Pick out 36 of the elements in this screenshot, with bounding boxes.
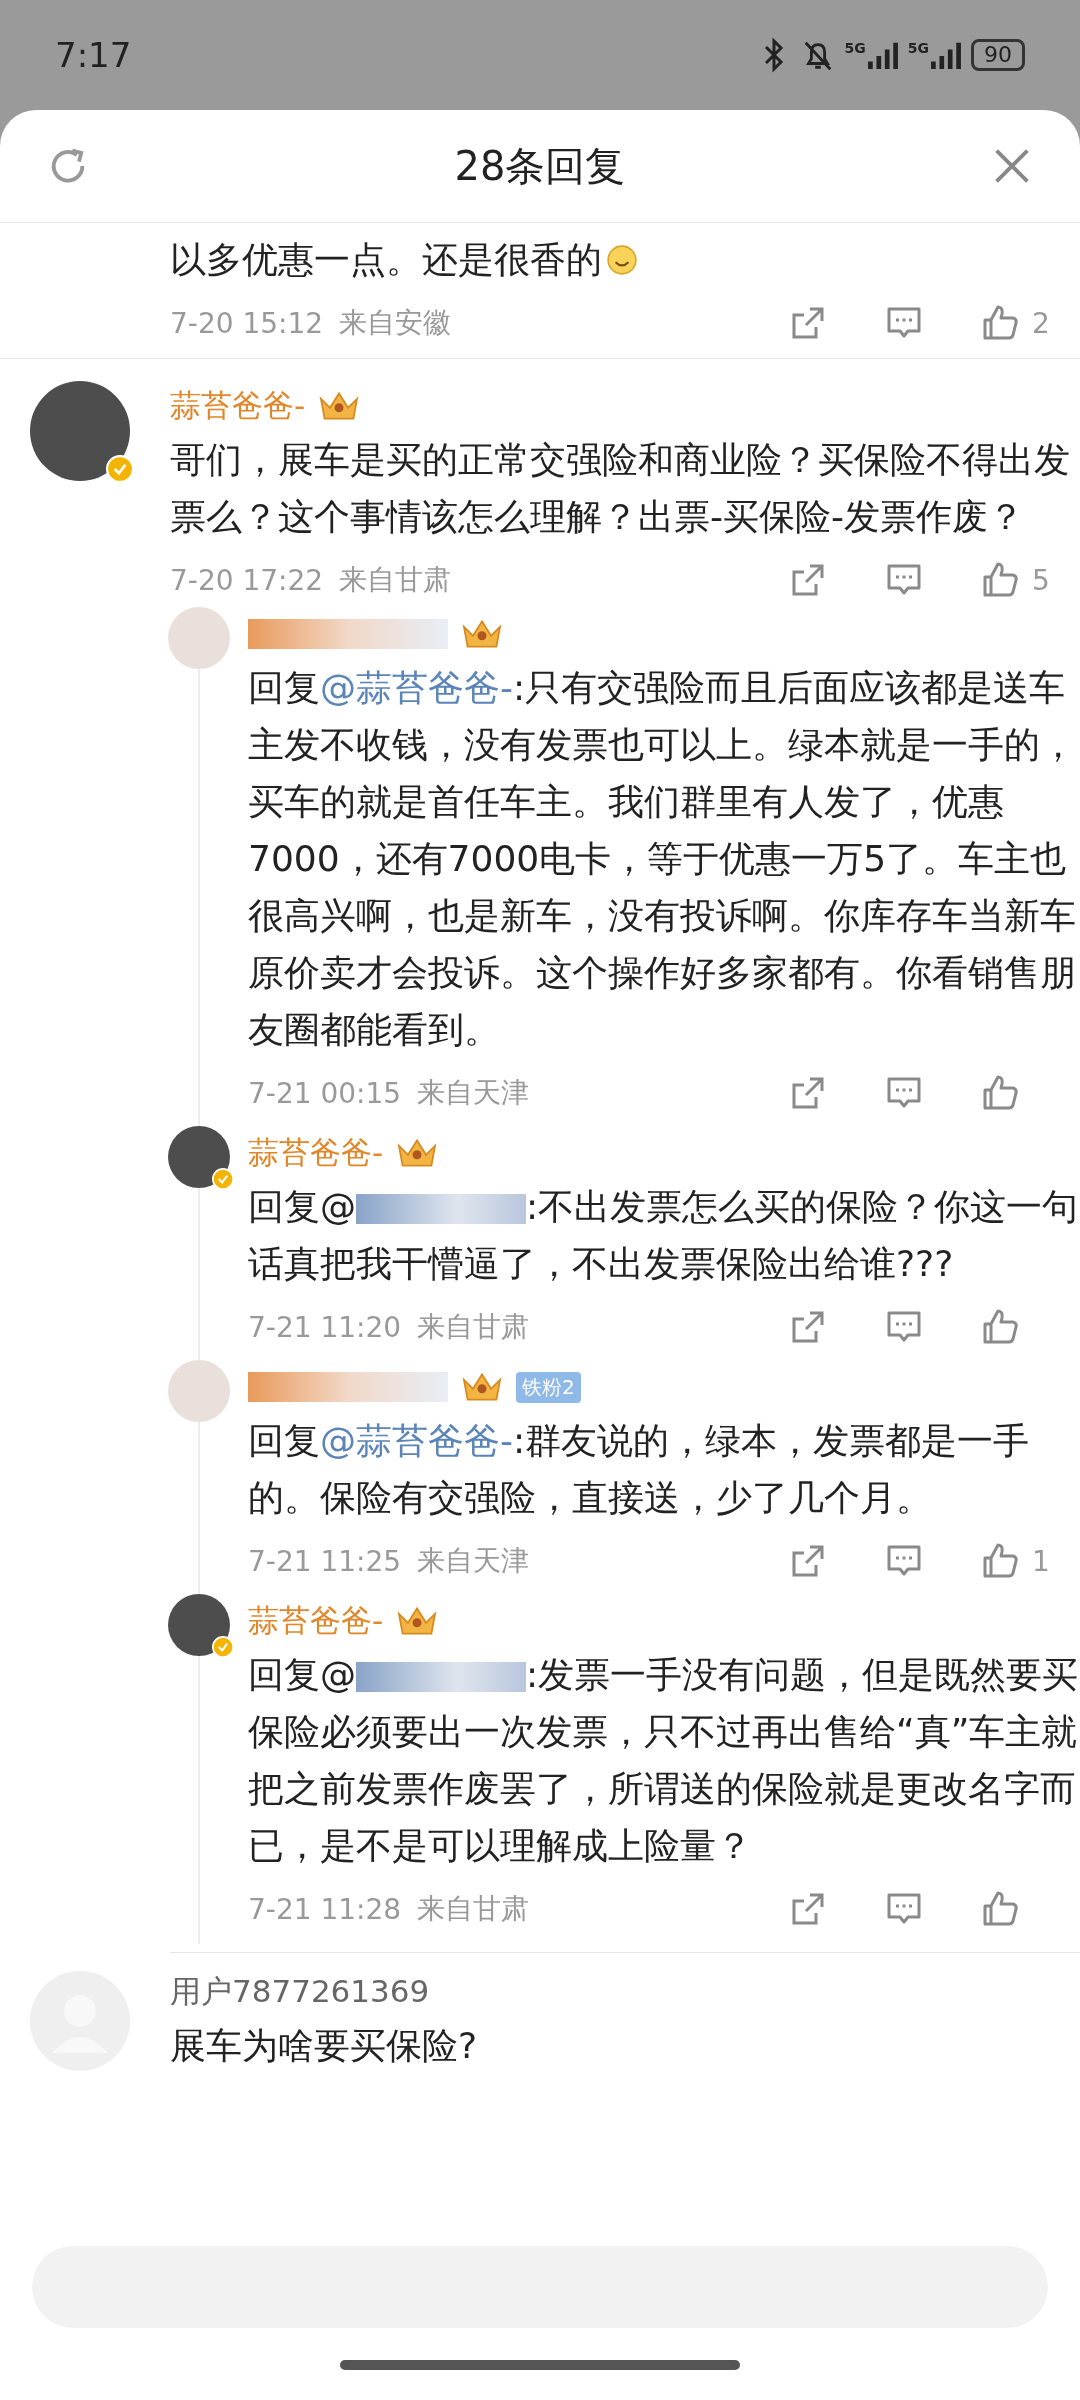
status-time: 7:17 — [55, 35, 132, 75]
like-count: 5 — [1032, 563, 1050, 597]
comment-location: 来自安徽 — [339, 305, 452, 341]
comment-time: 7-21 11:25 — [248, 1544, 402, 1578]
username[interactable]: 蒜苔爸爸- — [170, 385, 306, 427]
fan-badge: 铁粉2 — [516, 1371, 581, 1403]
like-count: 2 — [1032, 306, 1050, 340]
network-type: 5G — [907, 41, 929, 55]
comment-location: 来自甘肃 — [417, 1309, 530, 1345]
mention-link[interactable]: @蒜苔爸爸- — [320, 667, 513, 708]
reply-text: 回复@ :不出发票怎么买的保险？你这一句话真把我干懵逼了，不出发票保险出给谁??? — [248, 1185, 1080, 1286]
comment-time: 7-21 11:20 — [248, 1310, 402, 1344]
comment-time: 7-20 17:22 — [170, 563, 324, 597]
comment-text: 哥们，展车是买的正常交强险和商业险？买保险不得出发票么？这个事情该怎么理解？出票-买保险-发票作废？ — [170, 438, 1071, 539]
signal-icon — [867, 41, 898, 69]
signal-icon — [931, 41, 961, 69]
comment-time: 7-20 15:12 — [170, 306, 324, 340]
username[interactable]: 蒜苔爸爸- — [248, 1132, 384, 1174]
username[interactable]: 用户7877261369 — [170, 1967, 1080, 2017]
network-type: 5G — [844, 41, 866, 55]
comment-location: 来自天津 — [417, 1075, 530, 1111]
like-count: 1 — [1032, 1544, 1050, 1578]
comment-location: 来自甘肃 — [417, 1891, 530, 1927]
reply-text: 回复@蒜苔爸爸-:只有交强险而且后面应该都是送车主发不收钱，没有发票也可以上。绿本就是一手的，买车的就是首任车主。我们群里有人发了，优惠7000，还有7000电卡，等于优惠一万5了。车主也很高兴啊，也是新车，没有投诉啊。你库存车当新车原价卖才会投诉。这个操作好多家都有。你看销售朋友圈都能看到。 — [248, 666, 1077, 1052]
comment-time: 7-21 11:28 — [248, 1892, 402, 1926]
comment-text: 以多优惠一点。还是很香的 — [170, 238, 602, 282]
mention-link[interactable]: @蒜苔爸爸- — [320, 1420, 513, 1461]
battery-level: 90 — [971, 39, 1025, 71]
comment-text: 展车为啥要买保险? — [170, 2024, 479, 2068]
comment-time: 7-21 00:15 — [248, 1076, 402, 1110]
username[interactable]: 蒜苔爸爸- — [248, 1600, 384, 1642]
comment-location: 来自甘肃 — [339, 562, 452, 598]
comment-location: 来自天津 — [417, 1543, 530, 1579]
sheet-title: 28条回复 — [454, 141, 626, 191]
reply-text: 回复@ :发票一手没有问题，但是既然要买保险必须要出一次发票，只不过再出售给“真”车主就把之前发票作废罢了，所谓送的保险就是更改名字而已，是不是可以理解成上险量？ — [248, 1653, 1080, 1868]
reply-text: 回复@蒜苔爸爸-:群友说的，绿本，发票都是一手的。保险有交强险，直接送，少了几个月。 — [248, 1419, 1031, 1520]
